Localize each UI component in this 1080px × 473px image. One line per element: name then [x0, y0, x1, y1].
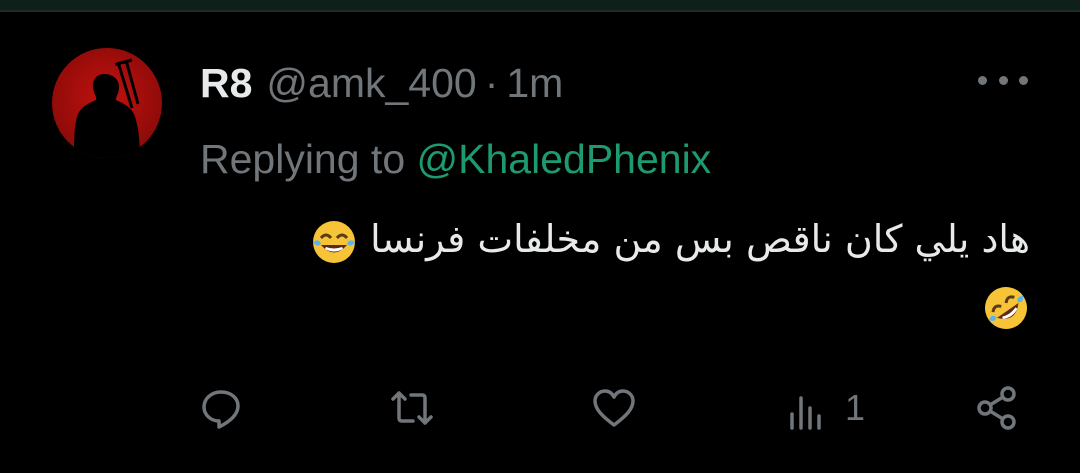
- replying-prefix: Replying to: [200, 136, 406, 182]
- separator-dot: ·: [484, 60, 499, 106]
- views-count: 1: [845, 387, 866, 428]
- like-button[interactable]: [590, 378, 638, 438]
- share-button[interactable]: [973, 378, 1021, 438]
- tweet-header: R8 @amk_400 · 1m: [200, 60, 563, 116]
- retweet-icon: [391, 391, 433, 425]
- like-icon: [593, 389, 635, 427]
- views-icon: [790, 396, 821, 430]
- top-bar: [0, 0, 1080, 10]
- mention-link[interactable]: @KhaledPhenix: [417, 136, 712, 182]
- replying-to: Replying to @KhaledPhenix: [200, 136, 711, 183]
- display-name[interactable]: R8: [200, 60, 252, 107]
- share-icon: [977, 386, 1016, 430]
- action-bar: 1: [195, 378, 1035, 438]
- timestamp[interactable]: 1m: [506, 60, 563, 107]
- retweet-button[interactable]: [388, 378, 436, 438]
- divider: [0, 10, 1080, 12]
- tweet-text-content: هاد يلي كان ناقص بس من مخلفات فرنسا: [370, 217, 1030, 261]
- face-with-tears-of-joy-icon: [313, 220, 355, 263]
- more-dot: [978, 75, 987, 85]
- reply-button[interactable]: [197, 378, 245, 438]
- tweet-text-line-2: [200, 272, 1030, 338]
- more-dot: [998, 75, 1008, 85]
- views-button[interactable]: 1: [785, 378, 865, 438]
- more-dot: [1019, 75, 1028, 85]
- user-handle[interactable]: @amk_400: [266, 60, 476, 107]
- rolling-on-the-floor-laughing-icon: [985, 286, 1027, 329]
- more-icon[interactable]: [978, 62, 1028, 98]
- tweet-text-line-1: هاد يلي كان ناقص بس من مخلفات فرنسا: [200, 206, 1030, 272]
- reply-icon: [202, 390, 240, 429]
- tweet-text: هاد يلي كان ناقص بس من مخلفات فرنسا: [200, 206, 1030, 338]
- avatar[interactable]: [52, 48, 162, 158]
